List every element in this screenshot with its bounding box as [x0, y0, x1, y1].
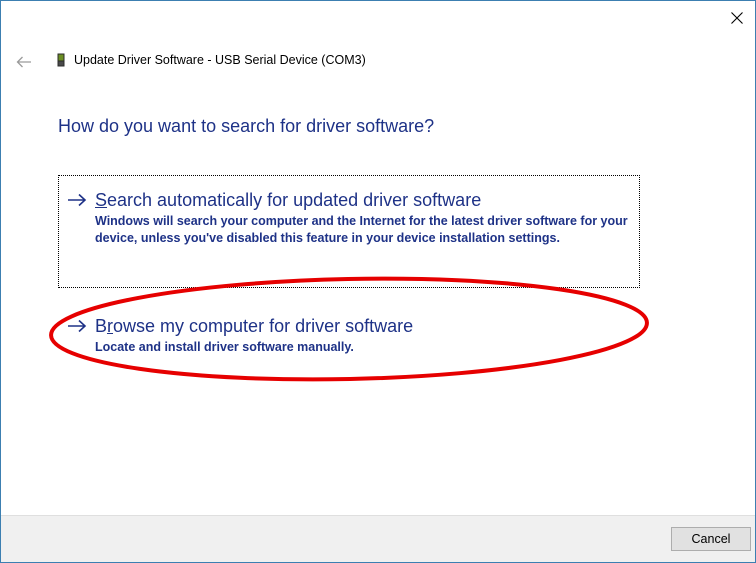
browse-computer-option[interactable]: Browse my computer for driver software L…	[59, 301, 639, 361]
option-title: Search automatically for updated driver …	[95, 189, 629, 211]
update-driver-dialog: Update Driver Software - USB Serial Devi…	[0, 0, 756, 563]
option-title-start: B	[95, 316, 108, 336]
option-description: Locate and install driver software manua…	[95, 340, 354, 354]
close-button[interactable]	[719, 1, 755, 35]
arrow-right-icon	[68, 319, 87, 333]
search-automatically-option[interactable]: Search automatically for updated driver …	[58, 175, 640, 288]
arrow-right-icon	[68, 193, 87, 207]
window-title: Update Driver Software - USB Serial Devi…	[74, 53, 366, 67]
back-button[interactable]	[11, 52, 37, 72]
access-key-letter: S	[95, 190, 108, 210]
dialog-footer: Cancel	[1, 515, 755, 562]
cancel-button[interactable]: Cancel	[671, 527, 751, 551]
back-arrow-icon	[16, 56, 31, 68]
page-heading: How do you want to search for driver sof…	[58, 116, 435, 136]
close-icon	[731, 12, 743, 24]
window-title-row: Update Driver Software - USB Serial Devi…	[57, 53, 366, 67]
option-description: Windows will search your computer and th…	[95, 214, 628, 245]
option-title: Browse my computer for driver software	[95, 315, 629, 337]
usb-device-icon	[57, 53, 65, 67]
option-title-text: owse my computer for driver software	[113, 316, 414, 336]
option-title-text: earch automatically for updated driver s…	[107, 190, 482, 210]
